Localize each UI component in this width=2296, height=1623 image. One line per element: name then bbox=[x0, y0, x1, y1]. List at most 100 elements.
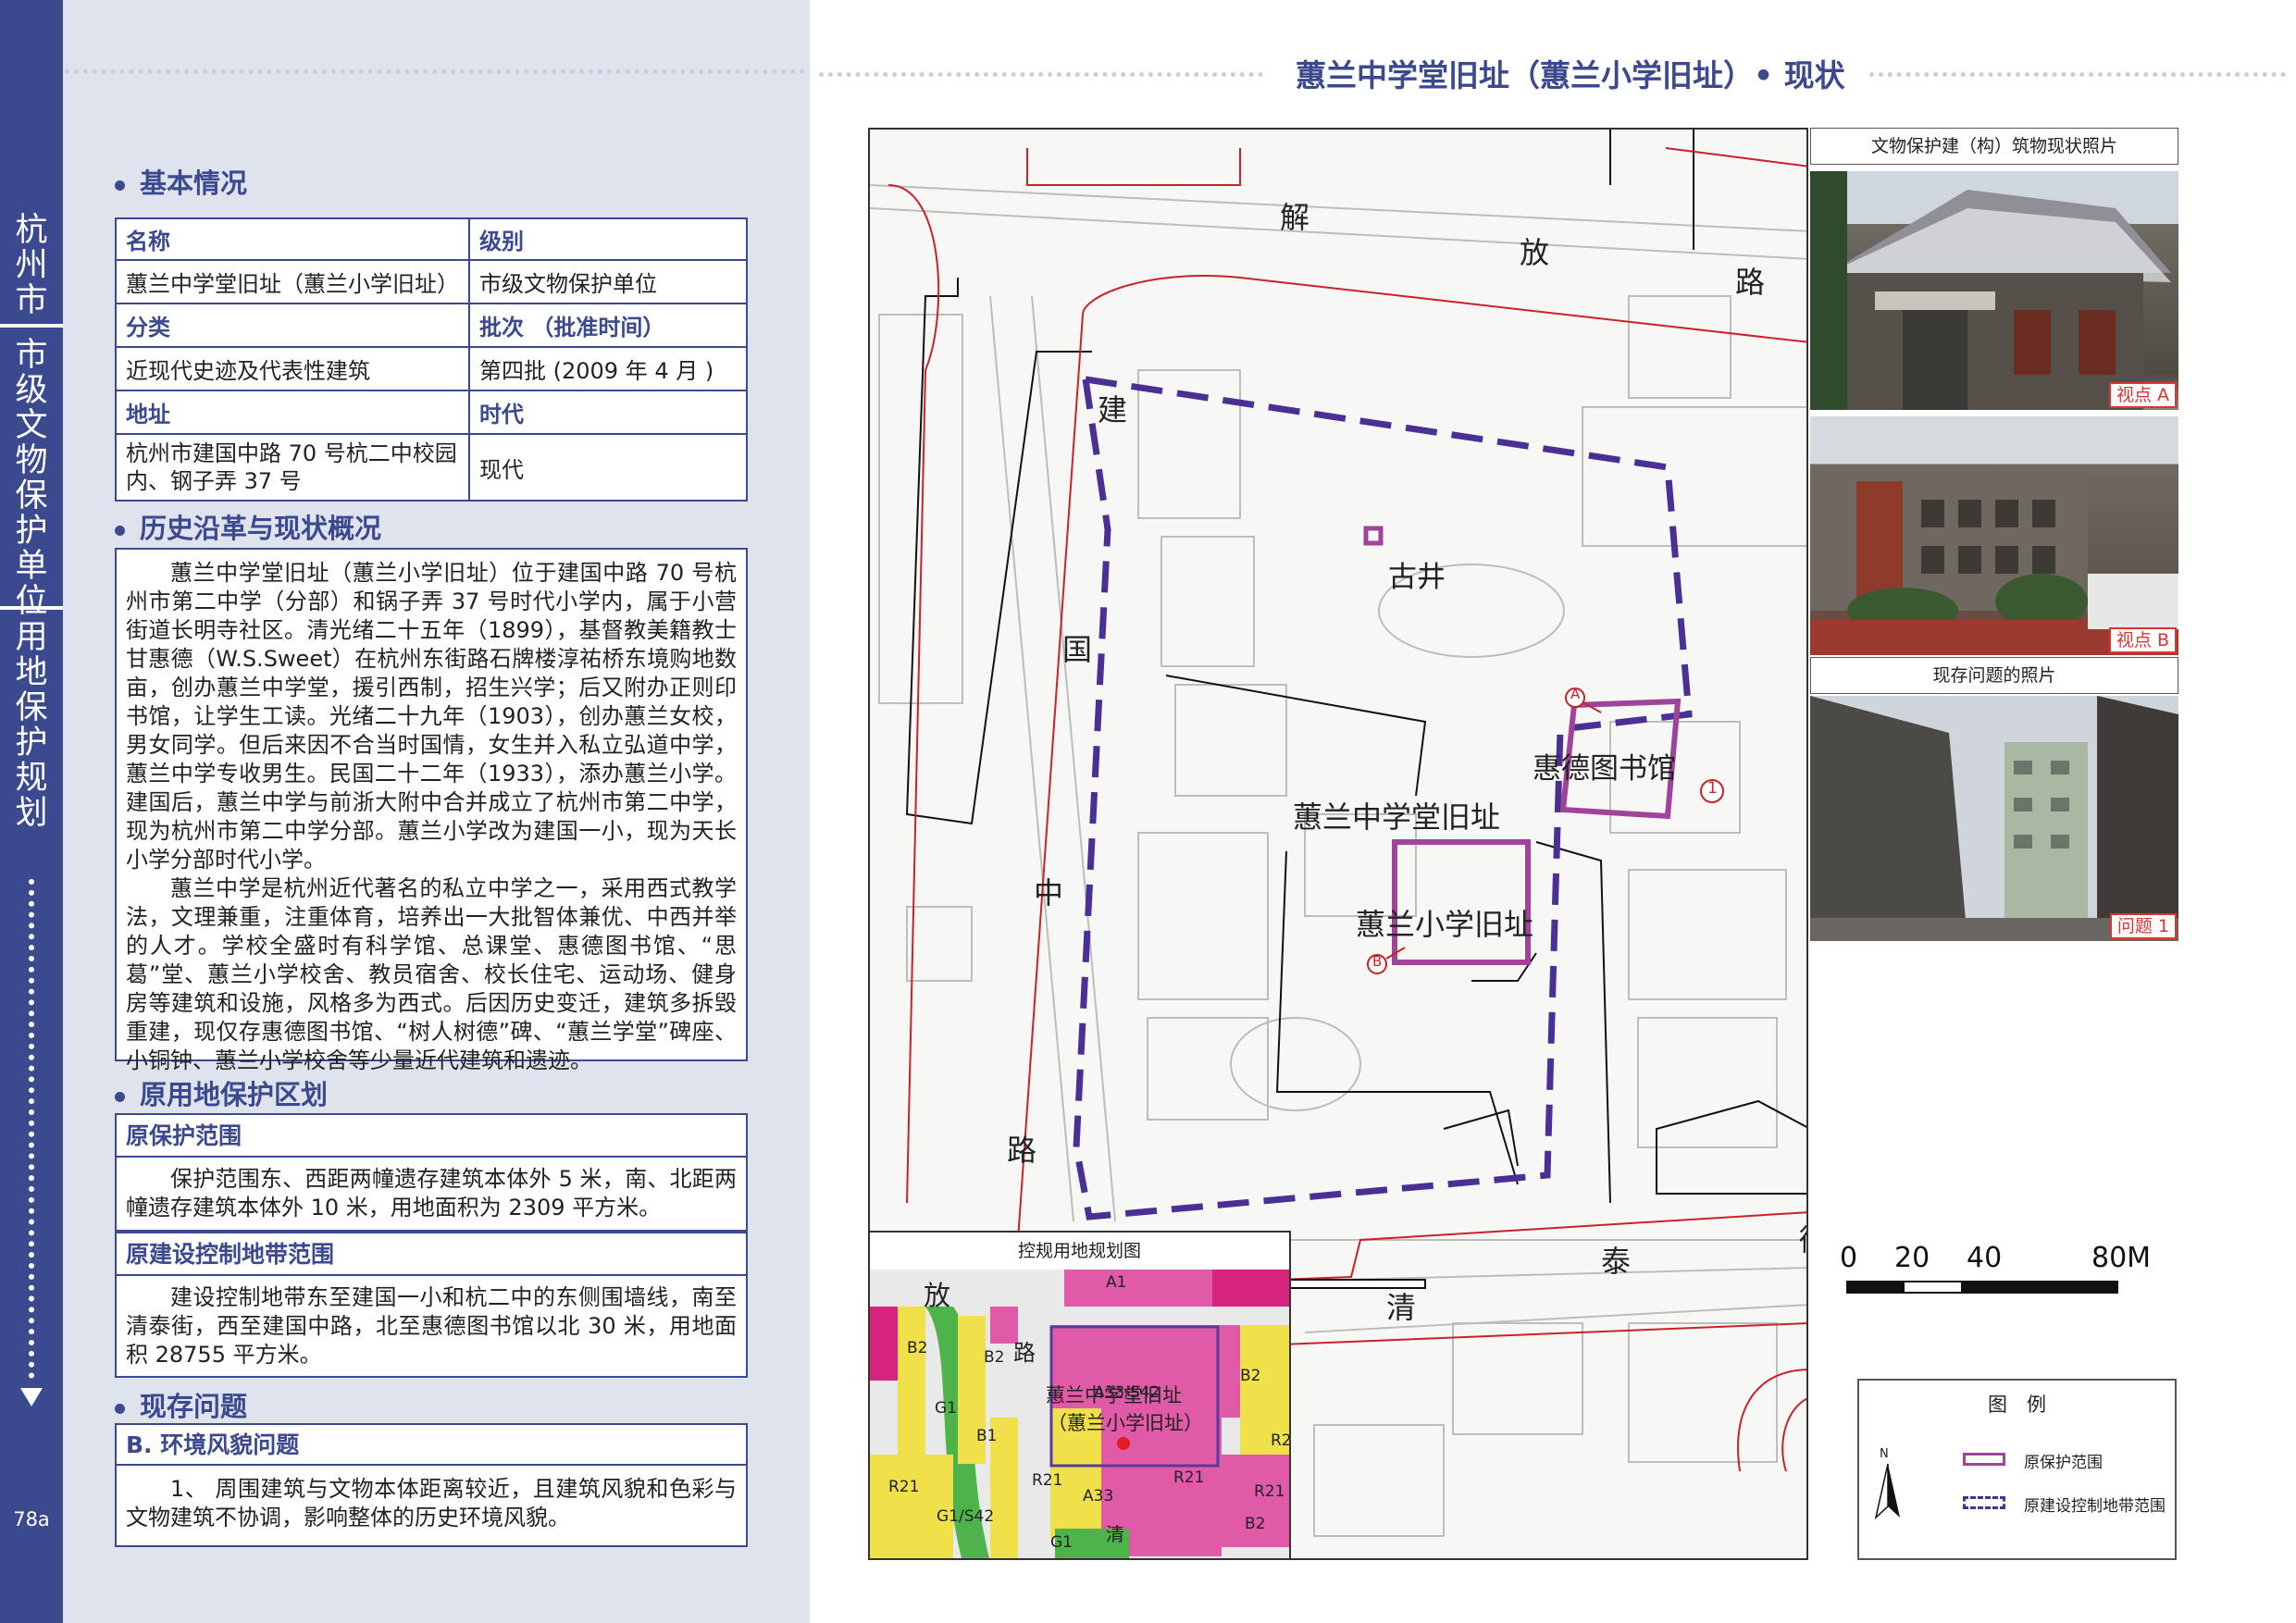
table-cell: 现代 bbox=[468, 433, 748, 502]
road-label: 路 bbox=[1735, 265, 1766, 300]
road-label: 路 bbox=[1007, 1133, 1037, 1168]
issue-text: 1、 周围建筑与文物本体距离较近，且建筑风貌和色彩与文物建筑不协调，影响整体的历… bbox=[126, 1476, 737, 1530]
photo-issue-1: 问题 1 bbox=[1810, 696, 2178, 941]
viewpoint-a-marker: A bbox=[1570, 686, 1581, 702]
side-separator bbox=[0, 606, 63, 610]
table-row: 杭州市建国中路 70 号杭二中校园内、钢子弄 37 号 现代 bbox=[115, 433, 748, 502]
legend-protection-swatch bbox=[1963, 1453, 2005, 1466]
page-number: 78a bbox=[13, 1508, 50, 1530]
side-title-city: 杭州市 bbox=[15, 212, 48, 319]
table-header-cell: 地址 bbox=[115, 390, 470, 435]
zone-label: A1 bbox=[1106, 1273, 1127, 1292]
legend-control-swatch bbox=[1963, 1496, 2005, 1509]
control-zone-title: 原建设控制地带范围 bbox=[115, 1232, 748, 1276]
table-row: 地址 时代 bbox=[115, 390, 748, 435]
table-header-cell: 级别 bbox=[468, 217, 748, 261]
table-header-cell: 批次 （批准时间） bbox=[468, 303, 748, 348]
zone-label: A33 bbox=[1083, 1487, 1114, 1505]
school-old-label: 蕙兰中学堂旧址 bbox=[1293, 799, 1501, 835]
issue-illustration bbox=[1810, 696, 2178, 941]
dotted-rule bbox=[1869, 72, 2286, 77]
scale-label: 0 bbox=[1840, 1242, 1858, 1274]
table-cell: 杭州市建国中路 70 号杭二中校园内、钢子弄 37 号 bbox=[115, 433, 470, 502]
side-separator bbox=[0, 324, 63, 328]
table-header-cell: 名称 bbox=[115, 217, 470, 261]
inset-road-label: 路 bbox=[1013, 1340, 1036, 1366]
side-title-unit: 市级文物保护单位 bbox=[15, 337, 48, 620]
bullet-icon bbox=[115, 1403, 125, 1414]
bullet-icon bbox=[115, 180, 125, 191]
protection-range-title: 原保护范围 bbox=[115, 1113, 748, 1158]
road-label: 中 bbox=[1034, 875, 1064, 911]
road-label: 国 bbox=[1062, 632, 1093, 667]
inset-road-label: 清 bbox=[1106, 1523, 1124, 1545]
photo-tag-a: 视点 A bbox=[2108, 382, 2177, 408]
basic-info-table: 名称 级别 蕙兰中学堂旧址（蕙兰小学旧址） 市级文物保护单位 分类 批次 （批准… bbox=[115, 217, 748, 502]
scale-bar bbox=[1846, 1281, 2118, 1294]
road-label: 街 bbox=[1799, 1217, 1806, 1259]
photo-tag-issue: 问题 1 bbox=[2109, 913, 2177, 939]
legend-protection-label: 原保护范围 bbox=[2024, 1454, 2103, 1472]
table-row: 蕙兰中学堂旧址（蕙兰小学旧址） 市级文物保护单位 bbox=[115, 259, 748, 304]
bullet-icon bbox=[115, 1091, 125, 1102]
primary-old-label: 蕙兰小学旧址 bbox=[1356, 907, 1534, 942]
issue-text-box: 1、 周围建筑与文物本体距离较近，且建筑风貌和色彩与文物建筑不协调，影响整体的历… bbox=[115, 1464, 748, 1547]
protection-range-text: 保护范围东、西距两幢遗存建筑本体外 5 米，南、北距两幢遗存建筑本体外 10 米… bbox=[126, 1166, 737, 1220]
inset-site-label: 蕙兰中学堂旧址 bbox=[1046, 1384, 1182, 1406]
inset-caption: 控规用地规划图 bbox=[870, 1233, 1289, 1270]
building-illustration bbox=[1810, 472, 2178, 655]
history-text-box: 蕙兰中学堂旧址（蕙兰小学旧址）位于建国中路 70 号杭州市第二中学（分部）和锅子… bbox=[115, 548, 748, 1073]
issue-marker: 1 bbox=[1707, 779, 1718, 798]
zone-label: B1 bbox=[976, 1427, 998, 1445]
dotted-rule bbox=[65, 69, 805, 74]
table-row: 分类 批次 （批准时间） bbox=[115, 303, 748, 348]
control-zone-text-box: 建设控制地带东至建国一小和杭二中的东侧围墙线，南至清泰街，西至建国中路，北至惠德… bbox=[115, 1274, 748, 1378]
bullet-icon bbox=[115, 525, 125, 536]
inset-site-label: （蕙兰小学旧址） bbox=[1048, 1412, 1203, 1434]
zone-label: R21 bbox=[1032, 1471, 1063, 1490]
photo-caption-heritage: 文物保护建（构）筑物现状照片 bbox=[1810, 128, 2178, 165]
north-arrow-icon bbox=[1874, 1464, 1900, 1519]
road-label: 清 bbox=[1386, 1290, 1417, 1325]
section-title-issues: 现存问题 bbox=[115, 1385, 247, 1424]
table-cell: 近现代史迹及代表性建筑 bbox=[115, 346, 470, 391]
protection-range-text-box: 保护范围东、西距两幢遗存建筑本体外 5 米，南、北距两幢遗存建筑本体外 10 米… bbox=[115, 1156, 748, 1232]
section-title-basic: 基本情况 bbox=[115, 162, 247, 201]
legend-title: 图 例 bbox=[1988, 1394, 2046, 1416]
zone-label: B2 bbox=[1240, 1367, 1261, 1385]
photo-viewpoint-a: 视点 A bbox=[1810, 171, 2178, 410]
north-label: N bbox=[1880, 1447, 1889, 1461]
viewpoint-b-marker: B bbox=[1372, 953, 1383, 970]
legend-control-label: 原建设控制地带范围 bbox=[2024, 1497, 2166, 1516]
well-label: 古井 bbox=[1388, 561, 1446, 594]
table-cell: 蕙兰中学堂旧址（蕙兰小学旧址） bbox=[115, 259, 470, 304]
map-legend: 图 例 N 原保护范围 原建设控制地带范围 bbox=[1857, 1379, 2177, 1560]
control-zone-text: 建设控制地带东至建国一小和杭二中的东侧围墙线，南至清泰街，西至建国中路，北至惠德… bbox=[126, 1284, 737, 1368]
photo-tag-b: 视点 B bbox=[2108, 627, 2177, 653]
zone-label: G1 bbox=[1050, 1533, 1073, 1552]
road-label: 解 bbox=[1280, 200, 1310, 235]
side-band: 杭州市 市级文物保护单位 用地保护规划 78a bbox=[0, 0, 63, 1623]
scale-label: 20 bbox=[1894, 1242, 1930, 1274]
side-dotted-line bbox=[29, 879, 40, 1379]
zone-label: R21 bbox=[1173, 1468, 1205, 1487]
issue-subtitle: B. 环境风貌问题 bbox=[115, 1423, 748, 1466]
library-label: 惠德图书馆 bbox=[1533, 752, 1676, 786]
scale-label: 80M bbox=[2091, 1242, 2152, 1274]
inset-road-label: 放 bbox=[924, 1280, 951, 1311]
zone-label: R2 bbox=[1271, 1431, 1291, 1450]
zone-label: G1/S42 bbox=[937, 1507, 995, 1526]
table-cell: 第四批 (2009 年 4 月 ) bbox=[468, 346, 748, 391]
photo-viewpoint-b: 视点 B bbox=[1810, 416, 2178, 655]
table-row: 名称 级别 bbox=[115, 217, 748, 261]
history-paragraph: 蕙兰中学是杭州近代著名的私立中学之一，采用西式教学法，文理兼重，注重体育，培养出… bbox=[126, 875, 737, 1073]
photo-caption-issues: 现存问题的照片 bbox=[1810, 657, 2178, 694]
down-arrow-icon bbox=[20, 1388, 43, 1406]
zone-label: B2 bbox=[984, 1348, 1005, 1367]
page-title: 蕙兰中学堂旧址（蕙兰小学旧址）• 现状 bbox=[1296, 57, 1845, 93]
inset-landuse-map: 控规用地规划图 放 路 清 A1 B2 B2 B1 G1 R21 R21 A33… bbox=[868, 1231, 1291, 1560]
road-label: 放 bbox=[1520, 235, 1550, 270]
history-paragraph: 蕙兰中学堂旧址（蕙兰小学旧址）位于建国中路 70 号杭州市第二中学（分部）和锅子… bbox=[126, 560, 737, 873]
road-label: 泰 bbox=[1601, 1244, 1632, 1279]
zone-label: R21 bbox=[888, 1478, 920, 1496]
